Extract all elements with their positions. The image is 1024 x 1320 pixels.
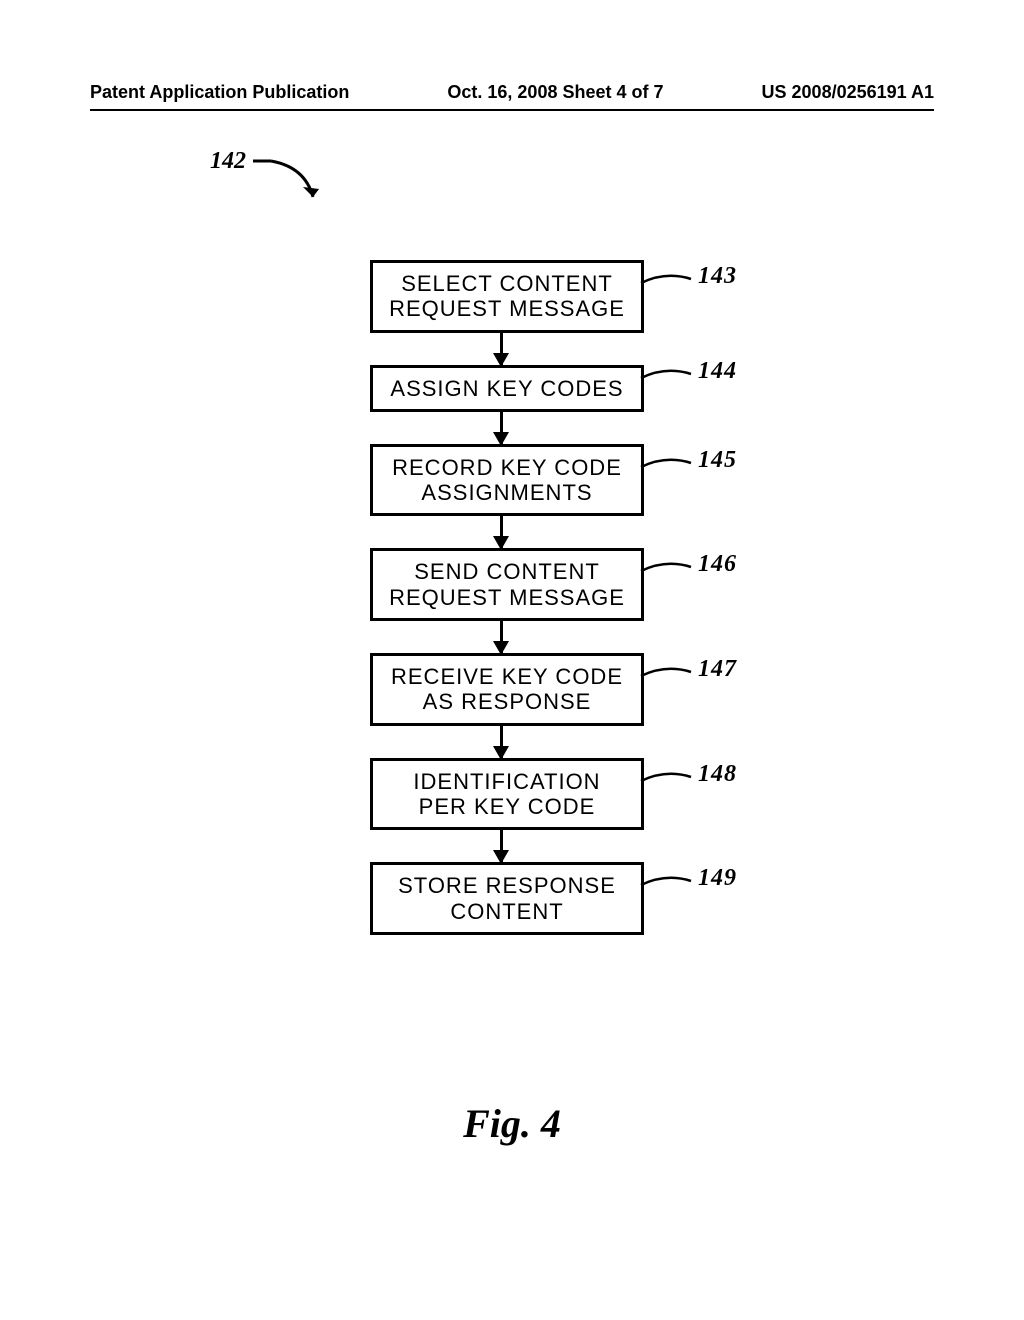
leader-line-icon: [641, 664, 691, 689]
flow-arrow-icon: [500, 412, 503, 444]
flow-step-text: STORE RESPONSE: [377, 873, 637, 898]
figure-caption: Fig. 4: [0, 1100, 1024, 1147]
ref-label-143: 143: [698, 263, 737, 291]
flow-step-text: SEND CONTENT: [377, 559, 637, 584]
flow-step-text: CONTENT: [377, 899, 637, 924]
ref-label-144: 144: [698, 358, 737, 386]
leader-line-icon: [641, 366, 691, 391]
flow-step-text: AS RESPONSE: [377, 689, 637, 714]
flow-step-149: STORE RESPONSE CONTENT 149: [370, 862, 644, 935]
flowchart: SELECT CONTENT REQUEST MESSAGE 143 ASSIG…: [0, 260, 1024, 935]
flow-step-145: RECORD KEY CODE ASSIGNMENTS 145: [370, 444, 644, 517]
entry-arrow-icon: [253, 153, 333, 213]
ref-label-146: 146: [698, 551, 737, 579]
flow-arrow-icon: [500, 726, 503, 758]
ref-label-148: 148: [698, 761, 737, 789]
flow-arrow-icon: [500, 830, 503, 862]
page: Patent Application Publication Oct. 16, …: [0, 0, 1024, 1320]
flow-step-143: SELECT CONTENT REQUEST MESSAGE 143: [370, 260, 644, 333]
flow-arrow-icon: [500, 621, 503, 653]
flow-step-text: ASSIGN KEY CODES: [377, 376, 637, 401]
header-left: Patent Application Publication: [90, 82, 349, 103]
flow-step-text: PER KEY CODE: [377, 794, 637, 819]
flow-step-text: IDENTIFICATION: [377, 769, 637, 794]
ref-label-145: 145: [698, 447, 737, 475]
leader-line-icon: [641, 271, 691, 296]
ref-label-142: 142: [210, 148, 246, 175]
flow-step-text: RECEIVE KEY CODE: [377, 664, 637, 689]
ref-label-147: 147: [698, 656, 737, 684]
ref-label-149: 149: [698, 865, 737, 893]
flow-step-146: SEND CONTENT REQUEST MESSAGE 146: [370, 548, 644, 621]
flow-step-text: REQUEST MESSAGE: [377, 296, 637, 321]
flow-arrow-icon: [500, 516, 503, 548]
page-header: Patent Application Publication Oct. 16, …: [90, 82, 934, 111]
flow-step-144: ASSIGN KEY CODES 144: [370, 365, 644, 412]
flow-step-147: RECEIVE KEY CODE AS RESPONSE 147: [370, 653, 644, 726]
flow-step-text: SELECT CONTENT: [377, 271, 637, 296]
leader-line-icon: [641, 455, 691, 480]
header-center: Oct. 16, 2008 Sheet 4 of 7: [447, 82, 663, 103]
flow-step-text: RECORD KEY CODE: [377, 455, 637, 480]
leader-line-icon: [641, 559, 691, 584]
leader-line-icon: [641, 873, 691, 898]
header-right: US 2008/0256191 A1: [762, 82, 934, 103]
leader-line-icon: [641, 769, 691, 794]
flow-arrow-icon: [500, 333, 503, 365]
flow-step-148: IDENTIFICATION PER KEY CODE 148: [370, 758, 644, 831]
flow-step-text: REQUEST MESSAGE: [377, 585, 637, 610]
flow-step-text: ASSIGNMENTS: [377, 480, 637, 505]
